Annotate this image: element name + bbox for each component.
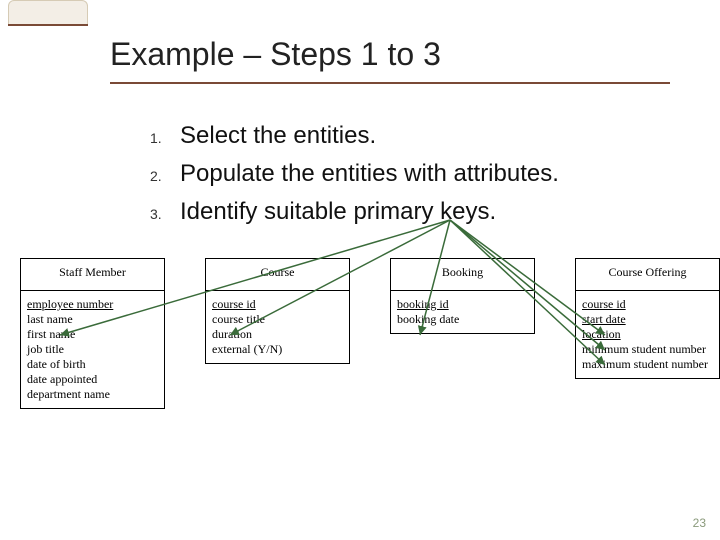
attribute: maximum student number: [582, 357, 713, 372]
step-number: 3.: [150, 206, 180, 222]
attribute-pk: course id: [582, 297, 713, 312]
attribute: first name: [27, 327, 158, 342]
attribute: department name: [27, 387, 158, 402]
attribute: booking date: [397, 312, 528, 327]
attribute: date of birth: [27, 357, 158, 372]
entity-name: Staff Member: [21, 259, 164, 291]
entity-box: Bookingbooking idbooking date: [390, 258, 535, 334]
attribute: last name: [27, 312, 158, 327]
step-text: Identify suitable primary keys.: [180, 198, 496, 226]
attribute: duration: [212, 327, 343, 342]
attribute-pk: start date: [582, 312, 713, 327]
attribute: date appointed: [27, 372, 158, 387]
entity-name: Course: [206, 259, 349, 291]
attribute: course title: [212, 312, 343, 327]
title-underline: [110, 82, 670, 84]
step-number: 2.: [150, 168, 180, 184]
entity-box: Course Offeringcourse idstart datelocati…: [575, 258, 720, 379]
tab-underline: [8, 24, 88, 26]
entity-attributes: booking idbooking date: [391, 291, 534, 333]
attribute: minimum student number: [582, 342, 713, 357]
attribute: job title: [27, 342, 158, 357]
steps-list: 1. Select the entities. 2. Populate the …: [150, 112, 559, 236]
entity-attributes: course idstart datelocationminimum stude…: [576, 291, 719, 378]
attribute-pk: employee number: [27, 297, 158, 312]
step-number: 1.: [150, 130, 180, 146]
attribute-pk: location: [582, 327, 713, 342]
slide-title: Example – Steps 1 to 3: [110, 36, 441, 73]
entity-name: Course Offering: [576, 259, 719, 291]
step-text: Populate the entities with attributes.: [180, 160, 559, 188]
step-text: Select the entities.: [180, 122, 376, 150]
entity-name: Booking: [391, 259, 534, 291]
corner-tab: [8, 0, 88, 24]
attribute-pk: booking id: [397, 297, 528, 312]
attribute-pk: course id: [212, 297, 343, 312]
step-item: 3. Identify suitable primary keys.: [150, 198, 559, 226]
page-number: 23: [693, 516, 706, 530]
step-item: 2. Populate the entities with attributes…: [150, 160, 559, 188]
entity-attributes: employee numberlast namefirst namejob ti…: [21, 291, 164, 408]
attribute: external (Y/N): [212, 342, 343, 357]
entity-diagram: Staff Memberemployee numberlast namefirs…: [10, 258, 710, 498]
entity-box: Coursecourse idcourse titledurationexter…: [205, 258, 350, 364]
slide: Example – Steps 1 to 3 1. Select the ent…: [0, 0, 720, 540]
entity-attributes: course idcourse titledurationexternal (Y…: [206, 291, 349, 363]
entity-box: Staff Memberemployee numberlast namefirs…: [20, 258, 165, 409]
step-item: 1. Select the entities.: [150, 122, 559, 150]
